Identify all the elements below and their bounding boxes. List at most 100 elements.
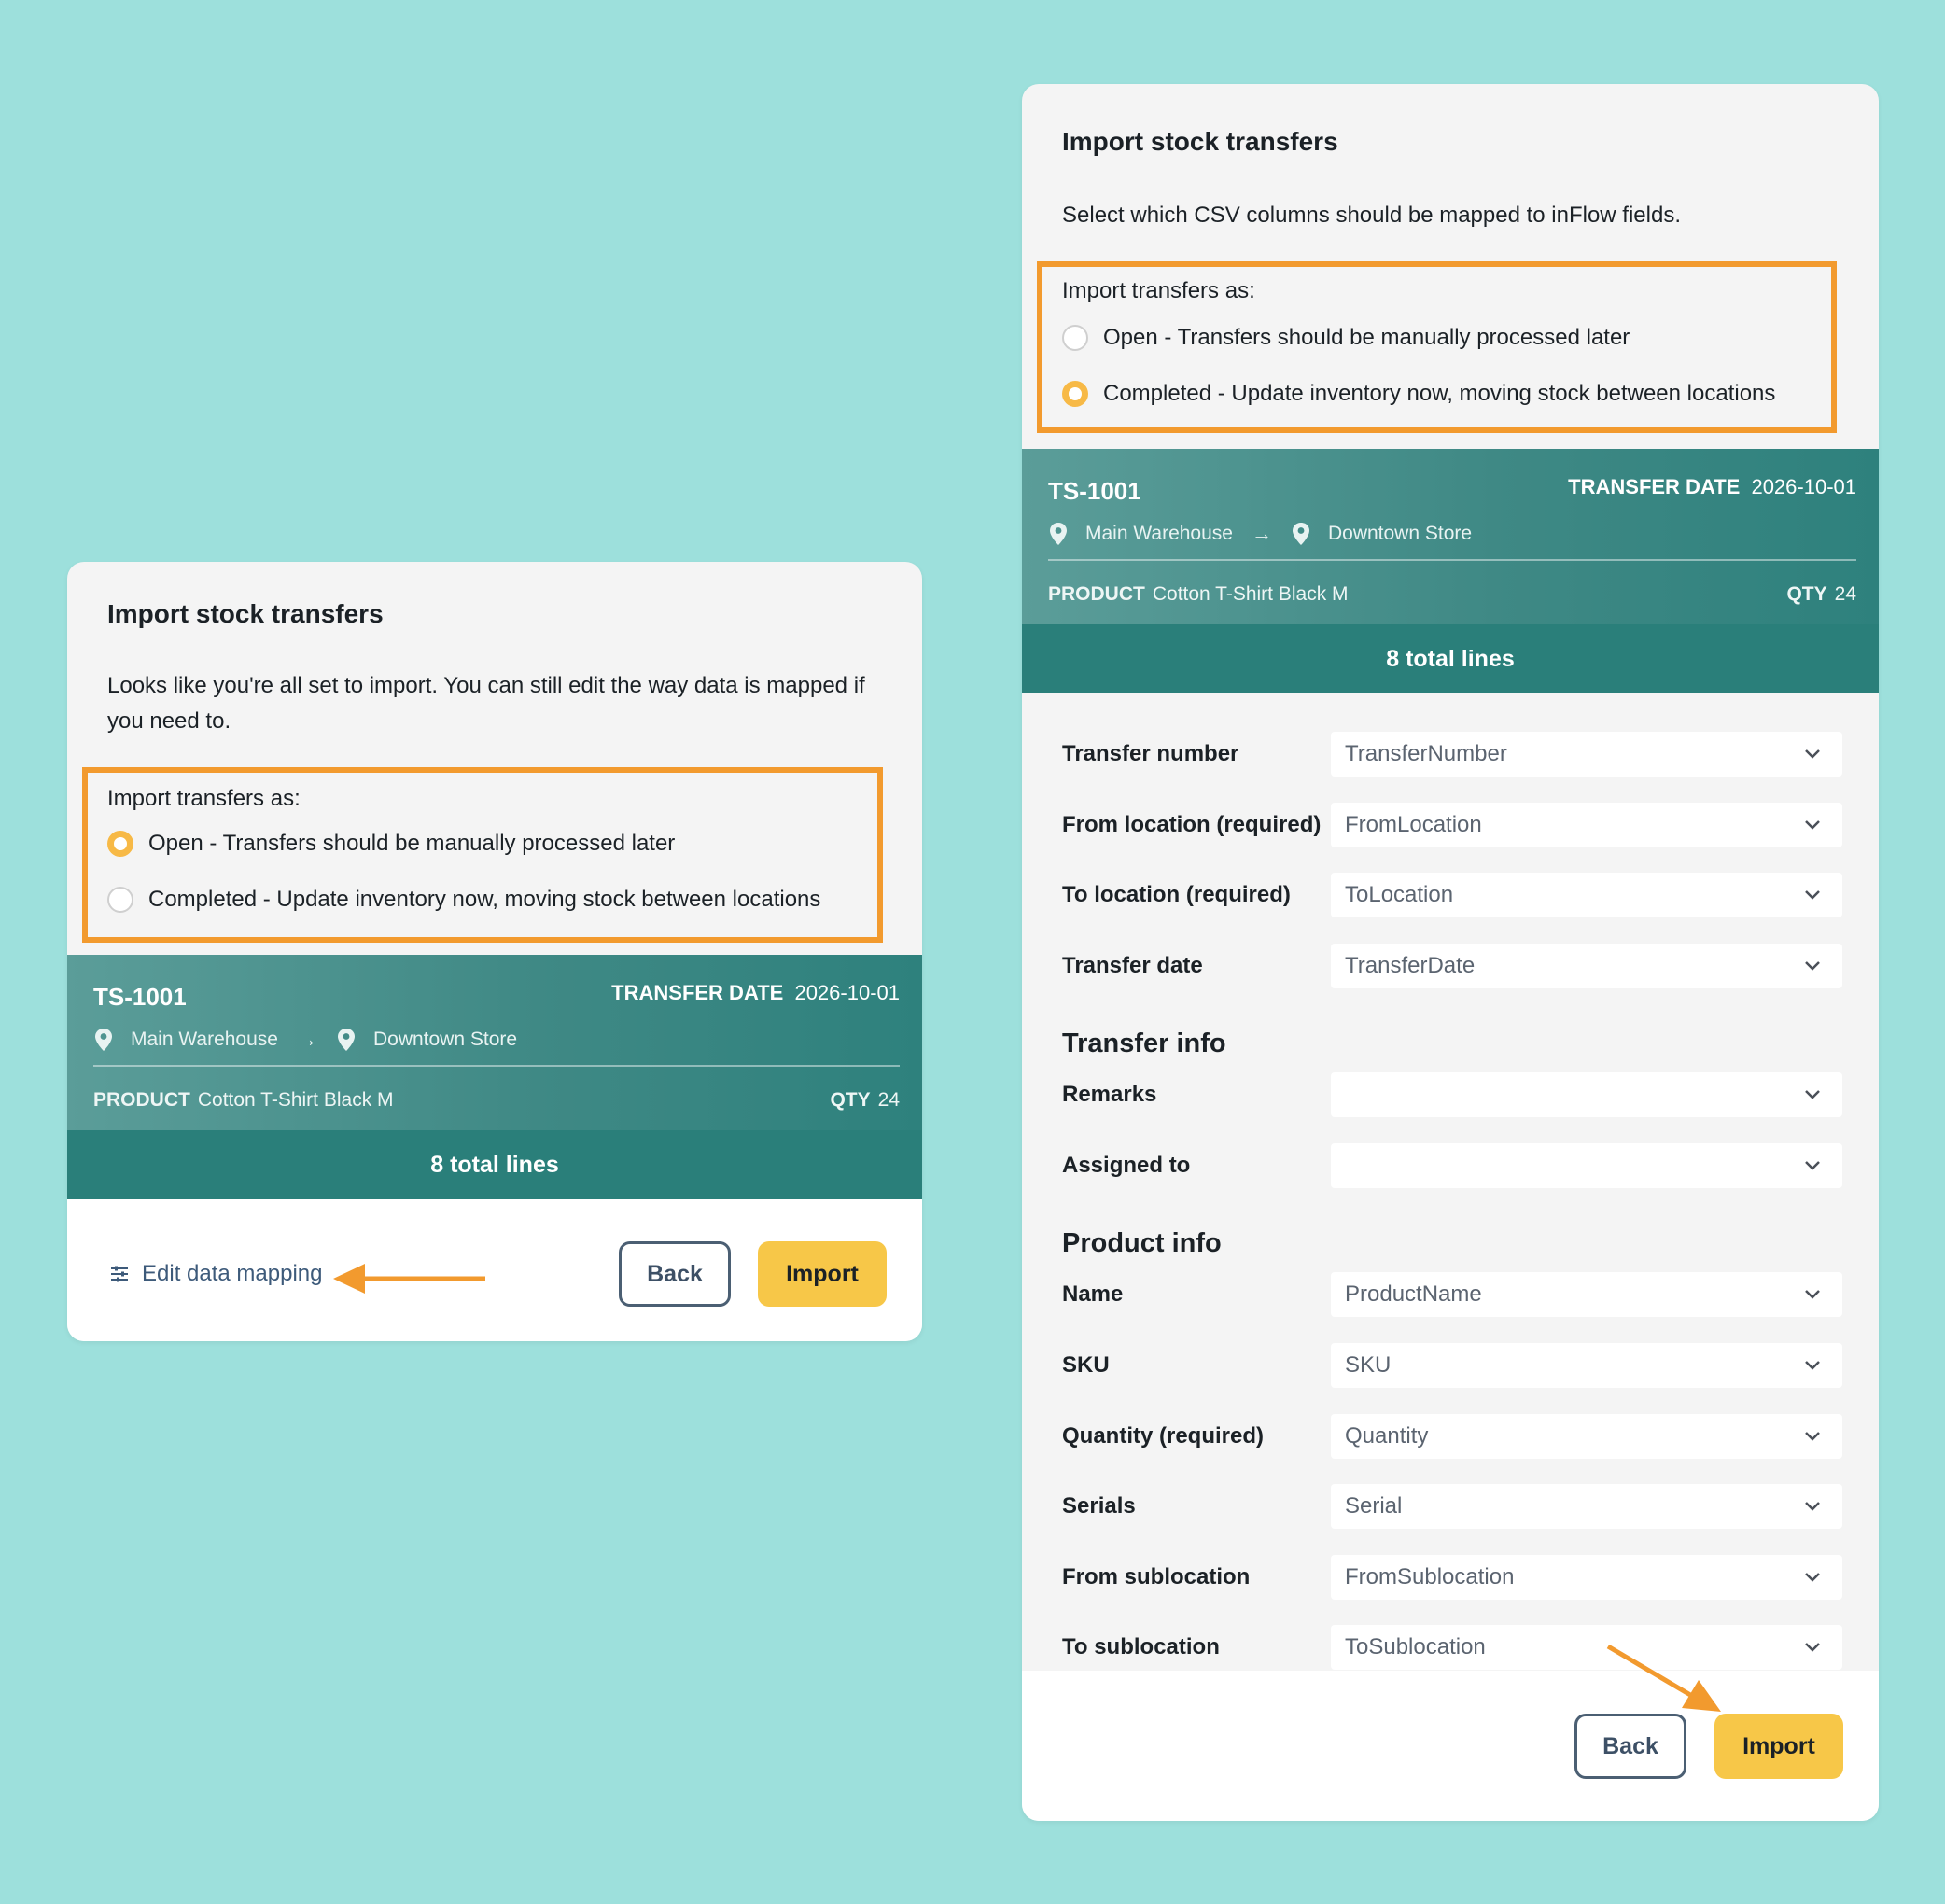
from-sublocation-select[interactable]: FromSublocation: [1331, 1555, 1842, 1600]
location-pin-icon: [95, 1029, 112, 1051]
import-button[interactable]: Import: [1714, 1714, 1843, 1779]
transfer-info-heading: Transfer info: [1062, 1029, 1226, 1058]
radio-completed[interactable]: [1062, 381, 1088, 407]
mapping-label: Transfer number: [1062, 741, 1239, 766]
mapping-row-to-location: To location (required) ToLocation: [1062, 873, 1848, 917]
option-open[interactable]: Open - Transfers should be manually proc…: [1062, 325, 1630, 351]
product-line: PRODUCT Cotton T-Shirt Black M: [1048, 583, 1349, 606]
transfer-number-select[interactable]: TransferNumber: [1331, 732, 1842, 777]
transfer-date-value: 2026-10-01: [1751, 475, 1856, 498]
transfer-date-label: TRANSFER DATE: [1568, 475, 1741, 498]
option-open[interactable]: Open - Transfers should be manually proc…: [107, 831, 675, 857]
import-dialog-mapping: Import stock transfers Select which CSV …: [1022, 84, 1879, 1821]
to-sublocation-select[interactable]: ToSublocation: [1331, 1625, 1842, 1670]
chevron-down-icon: [1805, 1090, 1820, 1099]
qty-value: 24: [877, 1089, 900, 1111]
mapping-label: SKU: [1062, 1352, 1110, 1378]
edit-data-mapping-label: Edit data mapping: [142, 1261, 323, 1286]
transfer-route: Main Warehouse → Downtown Store: [93, 1028, 517, 1052]
back-button[interactable]: Back: [619, 1241, 731, 1307]
mapping-row-name: Name ProductName: [1062, 1272, 1848, 1317]
dialog-description: Select which CSV columns should be mappe…: [1062, 203, 1681, 228]
select-value: TransferNumber: [1345, 741, 1507, 766]
total-lines: 8 total lines: [67, 1130, 922, 1199]
option-completed-label: Completed - Update inventory now, moving…: [148, 887, 821, 912]
mapping-label: Assigned to: [1062, 1153, 1191, 1178]
mapping-label: To location (required): [1062, 882, 1291, 907]
transfer-preview: TS-1001 TRANSFER DATE 2026-10-01 Main Wa…: [67, 955, 922, 1130]
assigned-to-select[interactable]: [1331, 1143, 1842, 1188]
from-location-select[interactable]: FromLocation: [1331, 803, 1842, 847]
chevron-down-icon: [1805, 1361, 1820, 1370]
mapping-label: Remarks: [1062, 1082, 1157, 1107]
mapping-row-transfer-date: Transfer date TransferDate: [1062, 944, 1848, 988]
quantity-select[interactable]: Quantity: [1331, 1414, 1842, 1459]
serials-select[interactable]: Serial: [1331, 1484, 1842, 1529]
chevron-down-icon: [1805, 1643, 1820, 1652]
chevron-down-icon: [1805, 1573, 1820, 1582]
mapping-label: Serials: [1062, 1493, 1136, 1519]
option-completed[interactable]: Completed - Update inventory now, moving…: [1062, 381, 1775, 407]
radio-completed[interactable]: [107, 887, 133, 913]
from-location: Main Warehouse: [131, 1029, 278, 1050]
mapping-row-serials: Serials Serial: [1062, 1484, 1848, 1529]
arrow-left-icon: [333, 1264, 485, 1294]
dialog-description: Looks like you're all set to import. You…: [107, 673, 865, 734]
qty-line: QTY 24: [1786, 583, 1856, 606]
edit-data-mapping-link[interactable]: Edit data mapping: [110, 1261, 322, 1287]
product-value: Cotton T-Shirt Black M: [197, 1089, 394, 1111]
remarks-select[interactable]: [1331, 1072, 1842, 1117]
mapping-row-sku: SKU SKU: [1062, 1343, 1848, 1388]
select-value: TransferDate: [1345, 953, 1476, 978]
dialog-footer: Edit data mapping Back Import: [67, 1199, 922, 1341]
mapping-label: To sublocation: [1062, 1634, 1220, 1659]
radio-open[interactable]: [107, 831, 133, 857]
back-button[interactable]: Back: [1574, 1714, 1686, 1779]
location-pin-icon: [337, 1029, 355, 1051]
transfer-date: TRANSFER DATE 2026-10-01: [611, 981, 900, 1005]
chevron-down-icon: [1805, 890, 1820, 900]
mapping-label: Name: [1062, 1281, 1124, 1307]
option-open-label: Open - Transfers should be manually proc…: [1103, 325, 1630, 350]
mapping-label: From sublocation: [1062, 1564, 1251, 1589]
to-location-select[interactable]: ToLocation: [1331, 873, 1842, 917]
mapping-label: Transfer date: [1062, 953, 1203, 978]
chevron-down-icon: [1805, 961, 1820, 971]
transfer-route: Main Warehouse → Downtown Store: [1048, 522, 1472, 546]
to-location: Downtown Store: [1327, 523, 1473, 544]
dialog-title: Import stock transfers: [107, 599, 384, 628]
product-label: PRODUCT: [93, 1089, 190, 1111]
mapping-label: Quantity (required): [1062, 1423, 1265, 1449]
arrow-down-right-icon: [1606, 1644, 1721, 1712]
mapping-row-assigned-to: Assigned to: [1062, 1143, 1848, 1188]
option-open-label: Open - Transfers should be manually proc…: [148, 831, 676, 856]
product-name-select[interactable]: ProductName: [1331, 1272, 1842, 1317]
select-value: SKU: [1345, 1352, 1392, 1378]
sliders-icon: [111, 1266, 128, 1282]
dialog-footer: Back Import: [1022, 1671, 1879, 1821]
chevron-down-icon: [1805, 1290, 1820, 1299]
import-mode-heading: Import transfers as:: [1062, 278, 1255, 303]
from-location: Main Warehouse: [1085, 523, 1233, 544]
mapping-row-to-sublocation: To sublocation ToSublocation: [1062, 1625, 1848, 1670]
chevron-down-icon: [1805, 1502, 1820, 1511]
select-value: Quantity: [1345, 1423, 1429, 1449]
mapping-row-quantity: Quantity (required) Quantity: [1062, 1414, 1848, 1459]
import-button[interactable]: Import: [758, 1241, 887, 1307]
qty-label: QTY: [1786, 583, 1827, 605]
product-label: PRODUCT: [1048, 583, 1145, 605]
transfer-date-select[interactable]: TransferDate: [1331, 944, 1842, 988]
option-completed-label: Completed - Update inventory now, moving…: [1103, 381, 1776, 406]
radio-open[interactable]: [1062, 325, 1088, 351]
transfer-date-value: 2026-10-01: [794, 981, 900, 1004]
mapping-label: From location (required): [1062, 812, 1322, 837]
product-value: Cotton T-Shirt Black M: [1152, 583, 1349, 605]
option-completed[interactable]: Completed - Update inventory now, moving…: [107, 887, 820, 913]
product-info-heading: Product info: [1062, 1228, 1222, 1258]
sku-select[interactable]: SKU: [1331, 1343, 1842, 1388]
product-line: PRODUCT Cotton T-Shirt Black M: [93, 1089, 394, 1112]
select-value: Serial: [1345, 1493, 1403, 1519]
divider: [93, 1065, 900, 1067]
chevron-down-icon: [1805, 749, 1820, 759]
mapping-row-transfer-number: Transfer number TransferNumber: [1062, 732, 1848, 777]
